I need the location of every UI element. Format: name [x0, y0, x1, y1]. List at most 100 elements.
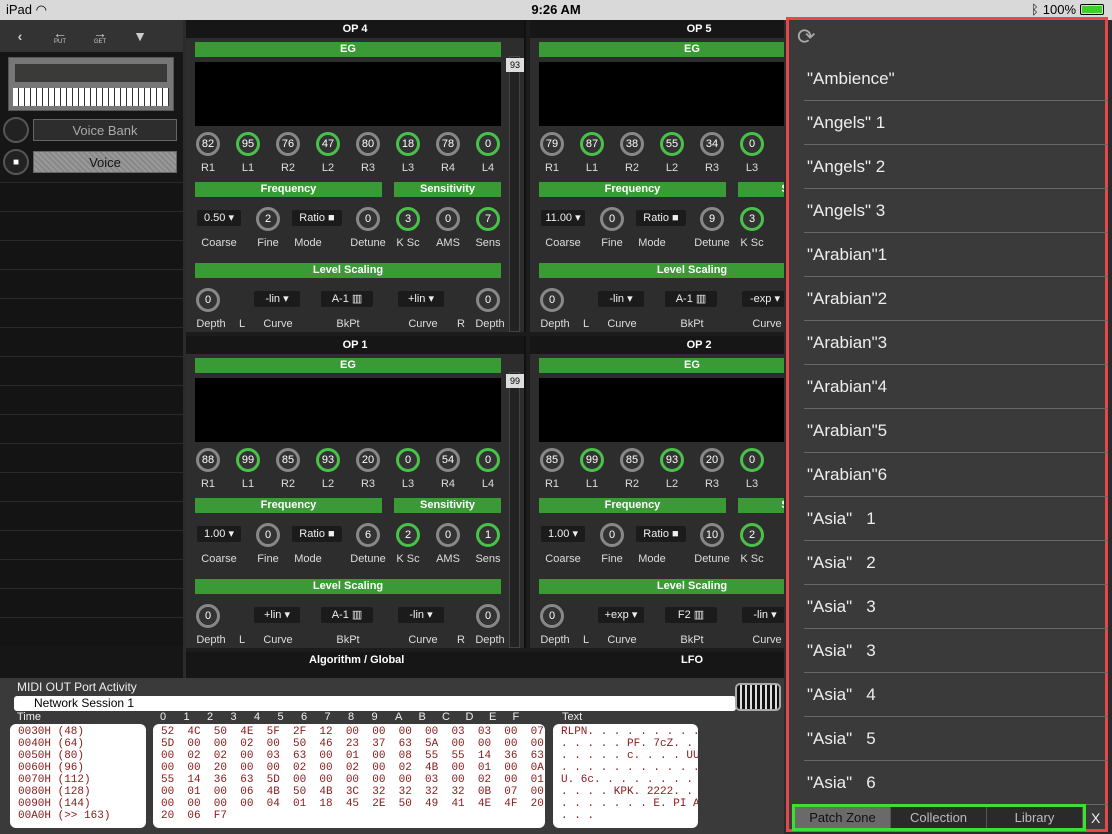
back-button[interactable]: ‹: [0, 20, 40, 52]
level-scaling-depth-knob[interactable]: 0: [196, 288, 220, 312]
eg-knob[interactable]: 55: [660, 132, 684, 156]
eg-knob[interactable]: 0: [740, 132, 764, 156]
frequency-knob[interactable]: 2: [396, 523, 420, 547]
mode-dropdown[interactable]: Ratio ■: [292, 526, 342, 542]
level-scaling-dropdown[interactable]: A-1 ▥: [665, 291, 717, 307]
frequency-knob[interactable]: 6: [356, 523, 380, 547]
eg-knob[interactable]: 99: [236, 448, 260, 472]
patch-list-item[interactable]: "Arabian"1: [804, 233, 1108, 277]
frequency-knob[interactable]: 9: [700, 207, 724, 231]
list-item[interactable]: [0, 240, 183, 269]
list-item[interactable]: [0, 385, 183, 414]
list-item[interactable]: [0, 530, 183, 559]
list-item[interactable]: [0, 414, 183, 443]
eg-knob[interactable]: 85: [540, 448, 564, 472]
coarse-dropdown[interactable]: 1.00 ▾: [541, 526, 585, 542]
eg-knob[interactable]: 82: [196, 132, 220, 156]
level-scaling-depth-knob[interactable]: 0: [540, 604, 564, 628]
eg-knob[interactable]: 88: [196, 448, 220, 472]
level-scaling-depth-knob[interactable]: 0: [476, 288, 500, 312]
level-scaling-dropdown[interactable]: +lin ▾: [398, 291, 444, 307]
close-button[interactable]: X: [1091, 810, 1100, 826]
level-scaling-dropdown[interactable]: +exp ▾: [598, 607, 644, 623]
eg-knob[interactable]: 79: [540, 132, 564, 156]
patch-list-item[interactable]: "Asia" 3: [804, 585, 1108, 629]
patch-list-item[interactable]: "Arabian"2: [804, 277, 1108, 321]
tab-patch-zone[interactable]: Patch Zone: [795, 807, 891, 828]
level-scaling-dropdown[interactable]: -lin ▾: [742, 607, 784, 623]
eg-knob[interactable]: 80: [356, 132, 380, 156]
patch-list-item[interactable]: "Asia" 6: [804, 761, 1108, 805]
list-item[interactable]: [0, 443, 183, 472]
midi-port-field[interactable]: Network Session 1: [14, 696, 736, 711]
frequency-knob[interactable]: 0: [256, 523, 280, 547]
menu-dropdown-button[interactable]: ▼: [120, 20, 160, 52]
list-item[interactable]: [0, 298, 183, 327]
patch-list-item[interactable]: "Angels" 1: [804, 101, 1108, 145]
eg-knob[interactable]: 93: [316, 448, 340, 472]
patch-list-item[interactable]: "Asia" 4: [804, 673, 1108, 717]
eg-graph[interactable]: [195, 62, 501, 126]
patch-list-item[interactable]: "Asia" 5: [804, 717, 1108, 761]
tab-collection[interactable]: Collection: [891, 807, 987, 828]
frequency-knob[interactable]: 10: [700, 523, 724, 547]
frequency-knob[interactable]: 0: [600, 523, 624, 547]
level-scaling-dropdown[interactable]: F2 ▥: [665, 607, 717, 623]
frequency-knob[interactable]: 7: [476, 207, 500, 231]
synth-thumbnail[interactable]: [8, 57, 174, 111]
frequency-knob[interactable]: 2: [256, 207, 280, 231]
patch-list-item[interactable]: "Ambience": [804, 57, 1108, 101]
list-item[interactable]: [0, 472, 183, 501]
frequency-knob[interactable]: 3: [740, 207, 764, 231]
mode-dropdown[interactable]: Ratio ■: [292, 210, 342, 226]
eg-knob[interactable]: 0: [396, 448, 420, 472]
level-scaling-dropdown[interactable]: -exp ▾: [742, 291, 784, 307]
list-item[interactable]: [0, 327, 183, 356]
frequency-knob[interactable]: 2: [740, 523, 764, 547]
voice-bank-row[interactable]: Voice Bank: [0, 116, 183, 144]
eg-knob[interactable]: 85: [276, 448, 300, 472]
eg-knob[interactable]: 54: [436, 448, 460, 472]
eg-knob[interactable]: 0: [740, 448, 764, 472]
voice-row[interactable]: ■ Voice: [0, 148, 183, 176]
frequency-knob[interactable]: 0: [436, 523, 460, 547]
list-item[interactable]: [0, 356, 183, 385]
frequency-knob[interactable]: 0: [600, 207, 624, 231]
list-item[interactable]: [0, 269, 183, 298]
patch-list-item[interactable]: "Asia" 1: [804, 497, 1108, 541]
list-item[interactable]: [0, 617, 183, 646]
level-scaling-depth-knob[interactable]: 0: [476, 604, 500, 628]
operator-level-slider[interactable]: [509, 56, 520, 332]
voice-bank-radio[interactable]: [3, 117, 29, 143]
eg-knob[interactable]: 76: [276, 132, 300, 156]
get-button[interactable]: → GET: [80, 20, 120, 52]
coarse-dropdown[interactable]: 0.50 ▾: [197, 210, 241, 226]
frequency-knob[interactable]: 0: [436, 207, 460, 231]
list-item[interactable]: [0, 182, 183, 211]
level-scaling-depth-knob[interactable]: 0: [540, 288, 564, 312]
eg-knob[interactable]: 85: [620, 448, 644, 472]
level-scaling-dropdown[interactable]: -lin ▾: [598, 291, 644, 307]
eg-knob[interactable]: 18: [396, 132, 420, 156]
eg-knob[interactable]: 93: [660, 448, 684, 472]
eg-knob[interactable]: 34: [700, 132, 724, 156]
patch-list-item[interactable]: "Angels" 2: [804, 145, 1108, 189]
eg-knob[interactable]: 99: [580, 448, 604, 472]
mode-dropdown[interactable]: Ratio ■: [636, 210, 686, 226]
level-scaling-dropdown[interactable]: A-1 ▥: [321, 607, 373, 623]
list-item[interactable]: [0, 501, 183, 530]
level-scaling-dropdown[interactable]: -lin ▾: [398, 607, 444, 623]
eg-knob[interactable]: 95: [236, 132, 260, 156]
patch-list-item[interactable]: "Angels" 3: [804, 189, 1108, 233]
patch-list-item[interactable]: "Arabian"3: [804, 321, 1108, 365]
mode-dropdown[interactable]: Ratio ■: [636, 526, 686, 542]
eg-graph[interactable]: [539, 62, 784, 126]
voice-label[interactable]: Voice: [33, 151, 177, 173]
eg-knob[interactable]: 38: [620, 132, 644, 156]
voice-bank-label[interactable]: Voice Bank: [33, 119, 177, 141]
eg-knob[interactable]: 78: [436, 132, 460, 156]
put-button[interactable]: ← PUT: [40, 20, 80, 52]
frequency-knob[interactable]: 3: [396, 207, 420, 231]
patch-list-item[interactable]: "Arabian"4: [804, 365, 1108, 409]
coarse-dropdown[interactable]: 11.00 ▾: [541, 210, 585, 226]
